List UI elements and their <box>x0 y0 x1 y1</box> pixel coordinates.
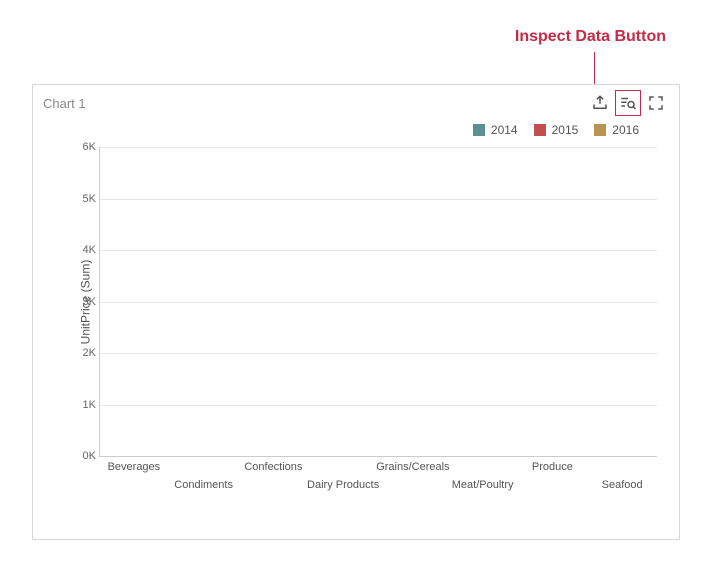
gridline <box>100 353 657 354</box>
y-tick-label: 6K <box>66 141 96 153</box>
legend-item[interactable]: 2016 <box>594 123 639 137</box>
legend-item[interactable]: 2014 <box>473 123 518 137</box>
legend-label: 2016 <box>612 123 639 137</box>
x-tick-label: Produce <box>532 461 573 473</box>
x-tick-label: Confections <box>244 461 302 473</box>
legend-swatch <box>473 124 485 136</box>
maximize-button[interactable] <box>643 90 669 116</box>
x-axis: Beverages Condiments Confections Dairy Prod… <box>99 457 657 505</box>
y-tick-label: 0K <box>66 450 96 462</box>
y-tick-label: 3K <box>66 296 96 308</box>
chart-toolbar <box>587 90 669 116</box>
maximize-icon <box>647 94 665 112</box>
y-tick-label: 5K <box>66 193 96 205</box>
legend-swatch <box>594 124 606 136</box>
plot-area: 0K1K2K3K4K5K6K <box>99 147 657 457</box>
legend-label: 2014 <box>491 123 518 137</box>
annotation-label: Inspect Data Button <box>515 28 666 46</box>
x-tick-label: Grains/Cereals <box>376 461 449 473</box>
gridline <box>100 405 657 406</box>
card-header: Chart 1 <box>33 85 679 121</box>
legend: 2014 2015 2016 <box>33 121 679 143</box>
legend-label: 2015 <box>552 123 579 137</box>
gridline <box>100 250 657 251</box>
y-tick-label: 4K <box>66 244 96 256</box>
chart-card: Chart 1 201 <box>32 84 680 540</box>
gridline <box>100 302 657 303</box>
x-tick-label: Beverages <box>108 461 161 473</box>
legend-swatch <box>534 124 546 136</box>
gridline <box>100 199 657 200</box>
legend-item[interactable]: 2015 <box>534 123 579 137</box>
x-tick-label: Seafood <box>602 479 643 491</box>
export-button[interactable] <box>587 90 613 116</box>
export-icon <box>591 94 609 112</box>
chart-title: Chart 1 <box>43 96 587 111</box>
inspect-data-button[interactable] <box>615 90 641 116</box>
gridline <box>100 147 657 148</box>
x-tick-label: Meat/Poultry <box>452 479 514 491</box>
y-tick-label: 2K <box>66 347 96 359</box>
x-tick-label: Dairy Products <box>307 479 379 491</box>
y-tick-label: 1K <box>66 399 96 411</box>
plot-wrap: UnitPrice (Sum) 0K1K2K3K4K5K6K <box>99 147 657 457</box>
annotation-pointer-line <box>594 52 595 88</box>
x-tick-label: Condiments <box>174 479 233 491</box>
inspect-data-icon <box>619 94 637 112</box>
